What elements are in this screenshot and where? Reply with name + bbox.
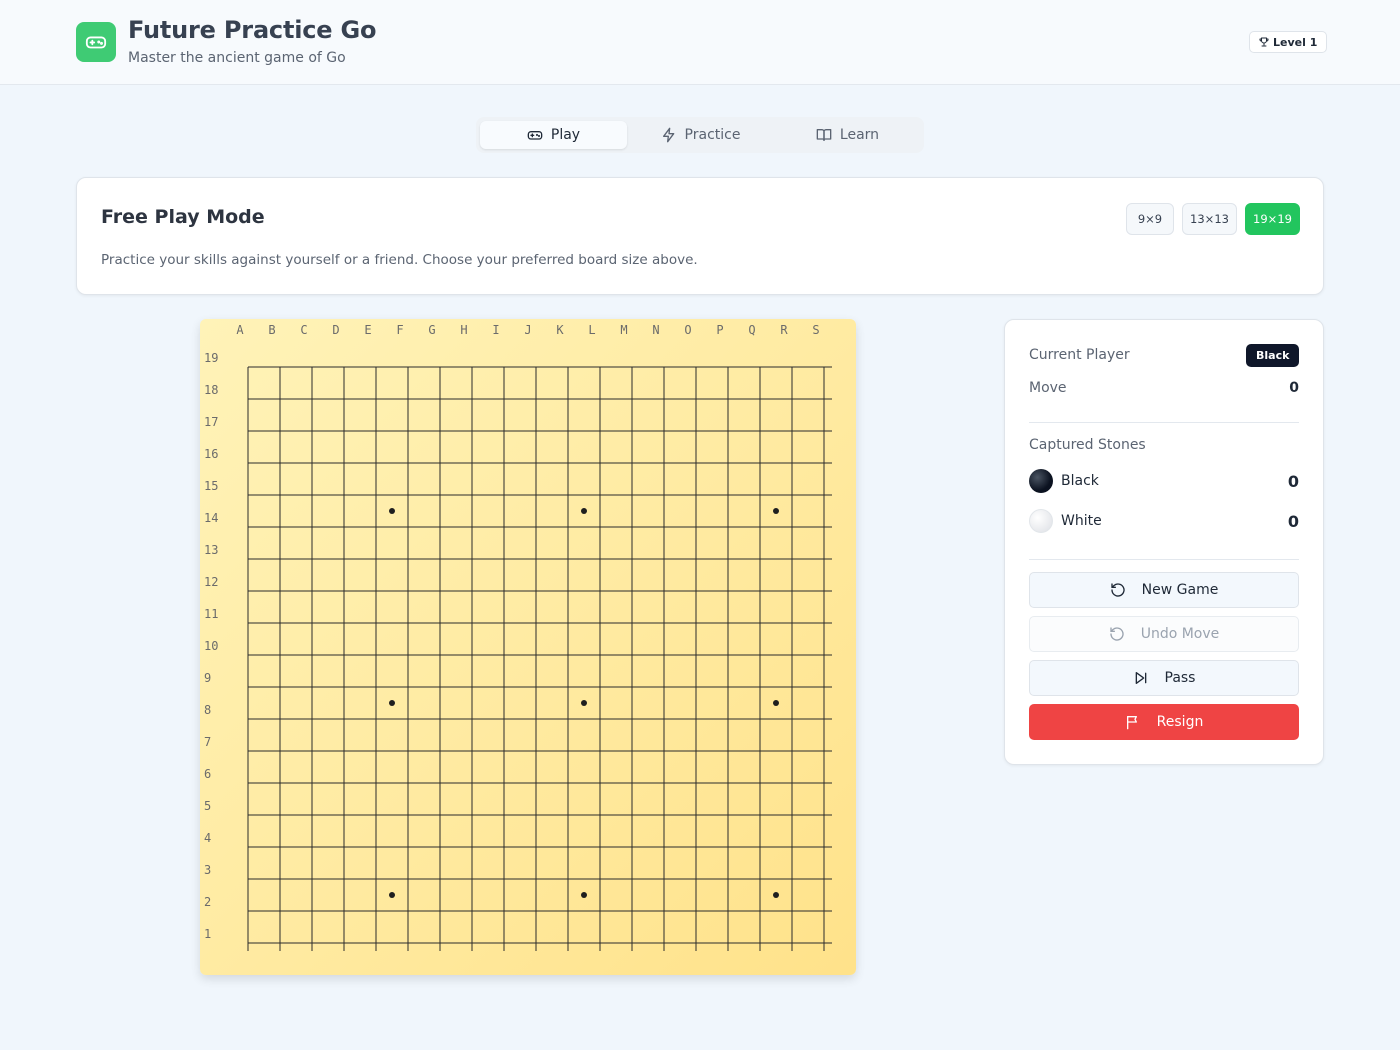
- star-point: [389, 892, 395, 898]
- star-point: [773, 892, 779, 898]
- row-label: 18: [204, 383, 218, 397]
- row-label: 15: [204, 479, 218, 493]
- column-label: P: [716, 323, 723, 337]
- captured-stones-label: Captured Stones: [1029, 437, 1146, 453]
- row-label: 10: [204, 639, 218, 653]
- tab-practice[interactable]: Practice: [627, 121, 774, 149]
- pass-button[interactable]: Pass: [1029, 660, 1299, 696]
- row-label: 14: [204, 511, 218, 525]
- row-label: 4: [204, 831, 211, 845]
- level-label: Level 1: [1273, 35, 1318, 49]
- lightning-icon: [662, 127, 674, 143]
- row-label: 6: [204, 767, 211, 781]
- row-label: 17: [204, 415, 218, 429]
- row-label: 5: [204, 799, 211, 813]
- captured-black-count: 0: [1287, 472, 1299, 491]
- book-icon: [816, 129, 832, 141]
- column-label: Q: [748, 323, 755, 337]
- gamepad-icon: [527, 131, 543, 140]
- tab-label: Learn: [839, 127, 880, 143]
- column-label: F: [396, 323, 403, 337]
- current-player-badge: Black: [1246, 344, 1300, 367]
- row-label: 3: [204, 863, 211, 877]
- row-label: 7: [204, 735, 211, 749]
- flag-icon: [1126, 716, 1137, 730]
- column-label: G: [428, 323, 435, 337]
- resign-label: Resign: [1156, 714, 1204, 730]
- captured-black-label: Black: [1061, 473, 1099, 489]
- pass-label: Pass: [1164, 670, 1196, 686]
- mode-tabs: Play Practice Learn: [476, 117, 924, 153]
- star-point: [773, 700, 779, 706]
- tab-play[interactable]: Play: [480, 121, 627, 149]
- column-label: I: [492, 323, 499, 337]
- divider: [1029, 422, 1299, 423]
- app-title: Future Practice Go: [128, 16, 377, 44]
- row-label: 9: [204, 671, 211, 685]
- captured-white-label: White: [1061, 513, 1102, 529]
- column-label: H: [460, 323, 467, 337]
- row-label: 2: [204, 895, 211, 909]
- resign-button[interactable]: Resign: [1029, 704, 1299, 740]
- mode-title: Free Play Mode: [101, 206, 265, 228]
- new-game-button[interactable]: New Game: [1029, 572, 1299, 608]
- star-point: [581, 700, 587, 706]
- column-label: E: [364, 323, 371, 337]
- board-size-9-button[interactable]: 9×9: [1126, 203, 1174, 235]
- row-label: 16: [204, 447, 218, 461]
- tab-label: Play: [550, 127, 581, 143]
- star-point: [773, 508, 779, 514]
- captured-white-count: 0: [1287, 512, 1299, 531]
- go-board[interactable]: A B C D E F G H I J K L M N O P Q R S 19 18 17 16 15 14 13 12 11 10 9…: [200, 319, 856, 975]
- column-label: R: [780, 323, 788, 337]
- column-label: L: [588, 323, 595, 337]
- undo-move-button[interactable]: Undo Move: [1029, 616, 1299, 652]
- app-header: Future Practice Go Master the ancient ga…: [0, 0, 1400, 85]
- column-label: C: [300, 323, 307, 337]
- black-stone-icon: [1029, 469, 1053, 493]
- tab-learn[interactable]: Learn: [774, 121, 921, 149]
- column-label: M: [620, 323, 627, 337]
- new-game-label: New Game: [1141, 582, 1219, 598]
- tab-label: Practice: [684, 127, 741, 143]
- row-label: 12: [204, 575, 218, 589]
- trophy-icon: [1259, 37, 1269, 47]
- undo-icon: [1110, 627, 1124, 641]
- game-status-panel: Current Player Black Move 0 Captured Sto…: [1004, 319, 1324, 765]
- refresh-icon: [1110, 583, 1125, 597]
- column-label: J: [524, 323, 531, 337]
- board-size-13-button[interactable]: 13×13: [1182, 203, 1237, 235]
- star-point: [581, 892, 587, 898]
- row-label: 19: [204, 351, 218, 365]
- mode-description: Practice your skills against yourself or…: [101, 252, 698, 268]
- row-label: 8: [204, 703, 211, 717]
- column-label: D: [332, 323, 339, 337]
- white-stone-icon: [1029, 509, 1053, 533]
- column-label: N: [652, 323, 659, 337]
- move-label: Move: [1029, 380, 1067, 396]
- column-label: A: [236, 323, 244, 337]
- row-label: 1: [204, 927, 211, 941]
- star-point: [581, 508, 587, 514]
- gamepad-icon: [76, 22, 116, 62]
- board-grid[interactable]: A B C D E F G H I J K L M N O P Q R S191817161514131211109…: [200, 319, 856, 975]
- app-subtitle: Master the ancient game of Go: [128, 50, 346, 66]
- board-size-19-button[interactable]: 19×19: [1245, 203, 1300, 235]
- divider: [1029, 559, 1299, 560]
- star-point: [389, 508, 395, 514]
- star-point: [389, 700, 395, 706]
- column-label: S: [812, 323, 819, 337]
- move-count: 0: [1289, 380, 1299, 396]
- column-label: O: [684, 323, 691, 337]
- row-label: 11: [204, 607, 218, 621]
- undo-move-label: Undo Move: [1140, 626, 1220, 642]
- current-player-label: Current Player: [1029, 347, 1130, 363]
- skip-forward-icon: [1135, 672, 1146, 684]
- row-label: 13: [204, 543, 218, 557]
- level-badge: Level 1: [1249, 31, 1328, 53]
- column-label: K: [556, 323, 564, 337]
- mode-card: Free Play Mode Practice your skills agai…: [76, 177, 1324, 295]
- column-label: B: [268, 323, 275, 337]
